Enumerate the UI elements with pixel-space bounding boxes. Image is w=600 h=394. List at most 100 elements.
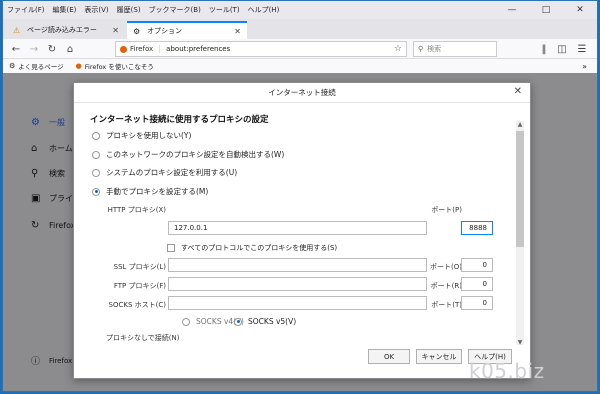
ssl-port-input[interactable]: 0	[461, 258, 493, 272]
sidebar-item-label: Firefox	[49, 221, 76, 230]
radio-label: このネットワークのプロキシ設定を自動検出する(W)	[106, 150, 285, 159]
radio-circle[interactable]	[182, 317, 190, 326]
home-icon: ⌂	[31, 143, 38, 154]
search-icon: ⚲	[418, 45, 424, 53]
ftp-proxy-input[interactable]	[168, 277, 427, 291]
search-icon: ⚲	[31, 168, 39, 179]
menu-tools[interactable]: ツール(T)	[205, 5, 244, 15]
url-text: about:preferences	[166, 45, 231, 53]
section-title: インターネット接続に使用するプロキシの設定	[90, 115, 269, 125]
warning-icon: ⚠	[13, 25, 21, 35]
radio-label: SOCKS v5(V)	[248, 317, 297, 326]
bookmark-label: Firefox を使いこなそう	[84, 63, 154, 71]
firefox-icon	[120, 46, 127, 53]
http-port-label: ポート(P)	[431, 206, 462, 214]
menu-view[interactable]: 表示(V)	[80, 5, 112, 15]
menu-bookmarks[interactable]: ブックマーク(B)	[145, 5, 205, 15]
close-tab-icon[interactable]: ✕	[234, 27, 241, 36]
search-input[interactable]: ⚲ 検索	[413, 41, 497, 57]
bookmark-star-icon[interactable]: ☆	[394, 44, 402, 54]
gear-icon: ⚙	[31, 117, 40, 128]
radio-socks-v5[interactable]: SOCKS v5(V)	[234, 317, 296, 326]
http-proxy-label: HTTP プロキシ(X)	[107, 206, 166, 214]
firefox-icon: ●	[75, 62, 82, 70]
menu-edit[interactable]: 編集(E)	[49, 5, 81, 15]
ssl-port-label: ポート(O)	[430, 263, 462, 271]
menu-file[interactable]: ファイル(F)	[3, 5, 49, 15]
home-icon[interactable]: ⌂	[63, 42, 77, 56]
url-bar[interactable]: Firefox about:preferences ☆	[115, 41, 407, 57]
ftp-proxy-label: FTP プロキシ(F)	[113, 282, 166, 290]
checkbox-label: すべてのプロトコルでこのプロキシを使用する(S)	[181, 244, 338, 252]
scroll-up-icon[interactable]: ▲	[516, 121, 524, 128]
tab-load-error[interactable]: ⚠ ページ読み込みエラー ✕	[7, 21, 125, 39]
gear-icon: ⚙	[133, 26, 141, 36]
ssl-proxy-input[interactable]	[168, 258, 427, 272]
sidebar-item-label: ホーム	[49, 144, 73, 153]
sync-icon: ↻	[31, 220, 40, 231]
radio-circle[interactable]	[234, 317, 242, 326]
dialog-title: インターネット接続	[268, 88, 336, 97]
watermark: k05.biz	[469, 359, 545, 383]
scroll-down-icon[interactable]: ▼	[516, 339, 524, 346]
close-icon[interactable]: ✕	[563, 1, 597, 19]
tab-options[interactable]: ⚙ オプション ✕	[127, 21, 247, 39]
maximize-icon[interactable]: □	[529, 1, 563, 19]
radio-circle[interactable]	[92, 187, 100, 196]
forward-icon[interactable]: →	[27, 42, 41, 56]
back-icon[interactable]: ←	[9, 42, 23, 56]
scrollbar-thumb[interactable]	[516, 131, 524, 247]
menu-history[interactable]: 履歴(S)	[113, 5, 145, 15]
socks-port-input[interactable]: 0	[461, 296, 493, 310]
radio-manual-proxy[interactable]: 手動でプロキシを設定する(M)	[92, 186, 208, 197]
tab-strip: ⚠ ページ読み込みエラー ✕ ⚙ オプション ✕ +	[3, 19, 597, 53]
tab-label: ページ読み込みエラー	[27, 26, 97, 34]
sidebar-item-label: 一般	[49, 118, 65, 127]
bookmark-getting-started[interactable]: ● Firefox を使いこなそう	[70, 61, 160, 71]
reload-icon[interactable]: ↻	[45, 42, 59, 56]
tab-label: オプション	[147, 27, 182, 35]
http-proxy-input[interactable]: 127.0.0.1	[168, 221, 427, 235]
socks-host-input[interactable]	[168, 296, 427, 310]
gear-icon: ⚙	[9, 62, 16, 70]
radio-circle[interactable]	[92, 168, 100, 177]
radio-auto-detect[interactable]: このネットワークのプロキシ設定を自動検出する(W)	[92, 149, 284, 160]
radio-system-proxy[interactable]: システムのプロキシ設定を利用する(U)	[92, 167, 237, 178]
library-icon[interactable]: ‖	[537, 42, 551, 56]
lock-icon: ▣	[31, 193, 41, 204]
sidebar-support-label: Firefox	[49, 356, 73, 365]
help-icon: ⓘ	[31, 357, 41, 367]
radio-circle[interactable]	[92, 131, 100, 140]
ftp-port-input[interactable]: 0	[461, 277, 493, 291]
sidebar-icon[interactable]: ◫	[555, 42, 569, 56]
dialog-titlebar: インターネット接続 ✕	[74, 83, 530, 103]
sidebar-item-sync[interactable]: ↻ Firefox	[31, 220, 75, 231]
radio-no-proxy[interactable]: プロキシを使用しない(Y)	[92, 130, 191, 141]
sidebar-support[interactable]: ⓘ Firefox	[31, 354, 73, 368]
ssl-proxy-label: SSL プロキシ(L)	[113, 263, 166, 271]
radio-circle[interactable]	[92, 150, 100, 159]
sidebar-item-label: 検索	[49, 169, 65, 178]
bookmark-most-visited[interactable]: ⚙ よく見るページ	[3, 61, 70, 71]
close-tab-icon[interactable]: ✕	[112, 26, 119, 35]
browser-window: ファイル(F) 編集(E) 表示(V) 履歴(S) ブックマーク(B) ツール(…	[2, 0, 598, 392]
radio-label: プロキシを使用しない(Y)	[106, 131, 192, 140]
close-icon[interactable]: ✕	[514, 86, 522, 97]
ok-button[interactable]: OK	[368, 349, 410, 364]
checkbox-box[interactable]	[167, 244, 175, 252]
no-proxy-label: プロキシなしで接続(N)	[106, 334, 180, 342]
overflow-chevron-icon[interactable]: »	[582, 62, 587, 71]
minimize-icon[interactable]: —	[495, 1, 529, 19]
share-proxy-checkbox[interactable]: すべてのプロトコルでこのプロキシを使用する(S)	[167, 243, 337, 253]
ftp-port-label: ポート(R)	[430, 282, 462, 290]
sidebar-item-search[interactable]: ⚲ 検索	[31, 168, 65, 179]
radio-label: 手動でプロキシを設定する(M)	[106, 187, 209, 196]
socks-port-label: ポート(T)	[431, 301, 462, 309]
navigation-bar: ← → ↻ ⌂ Firefox about:preferences ☆ ⚲ 検索…	[3, 39, 597, 59]
menu-help[interactable]: ヘルプ(H)	[244, 5, 284, 15]
sidebar-item-general[interactable]: ⚙ 一般	[31, 117, 65, 128]
cancel-button[interactable]: キャンセル	[416, 349, 462, 364]
menu-icon[interactable]: ☰	[575, 42, 589, 56]
http-port-input[interactable]: 8888	[461, 221, 493, 235]
sidebar-item-home[interactable]: ⌂ ホーム	[31, 143, 73, 154]
